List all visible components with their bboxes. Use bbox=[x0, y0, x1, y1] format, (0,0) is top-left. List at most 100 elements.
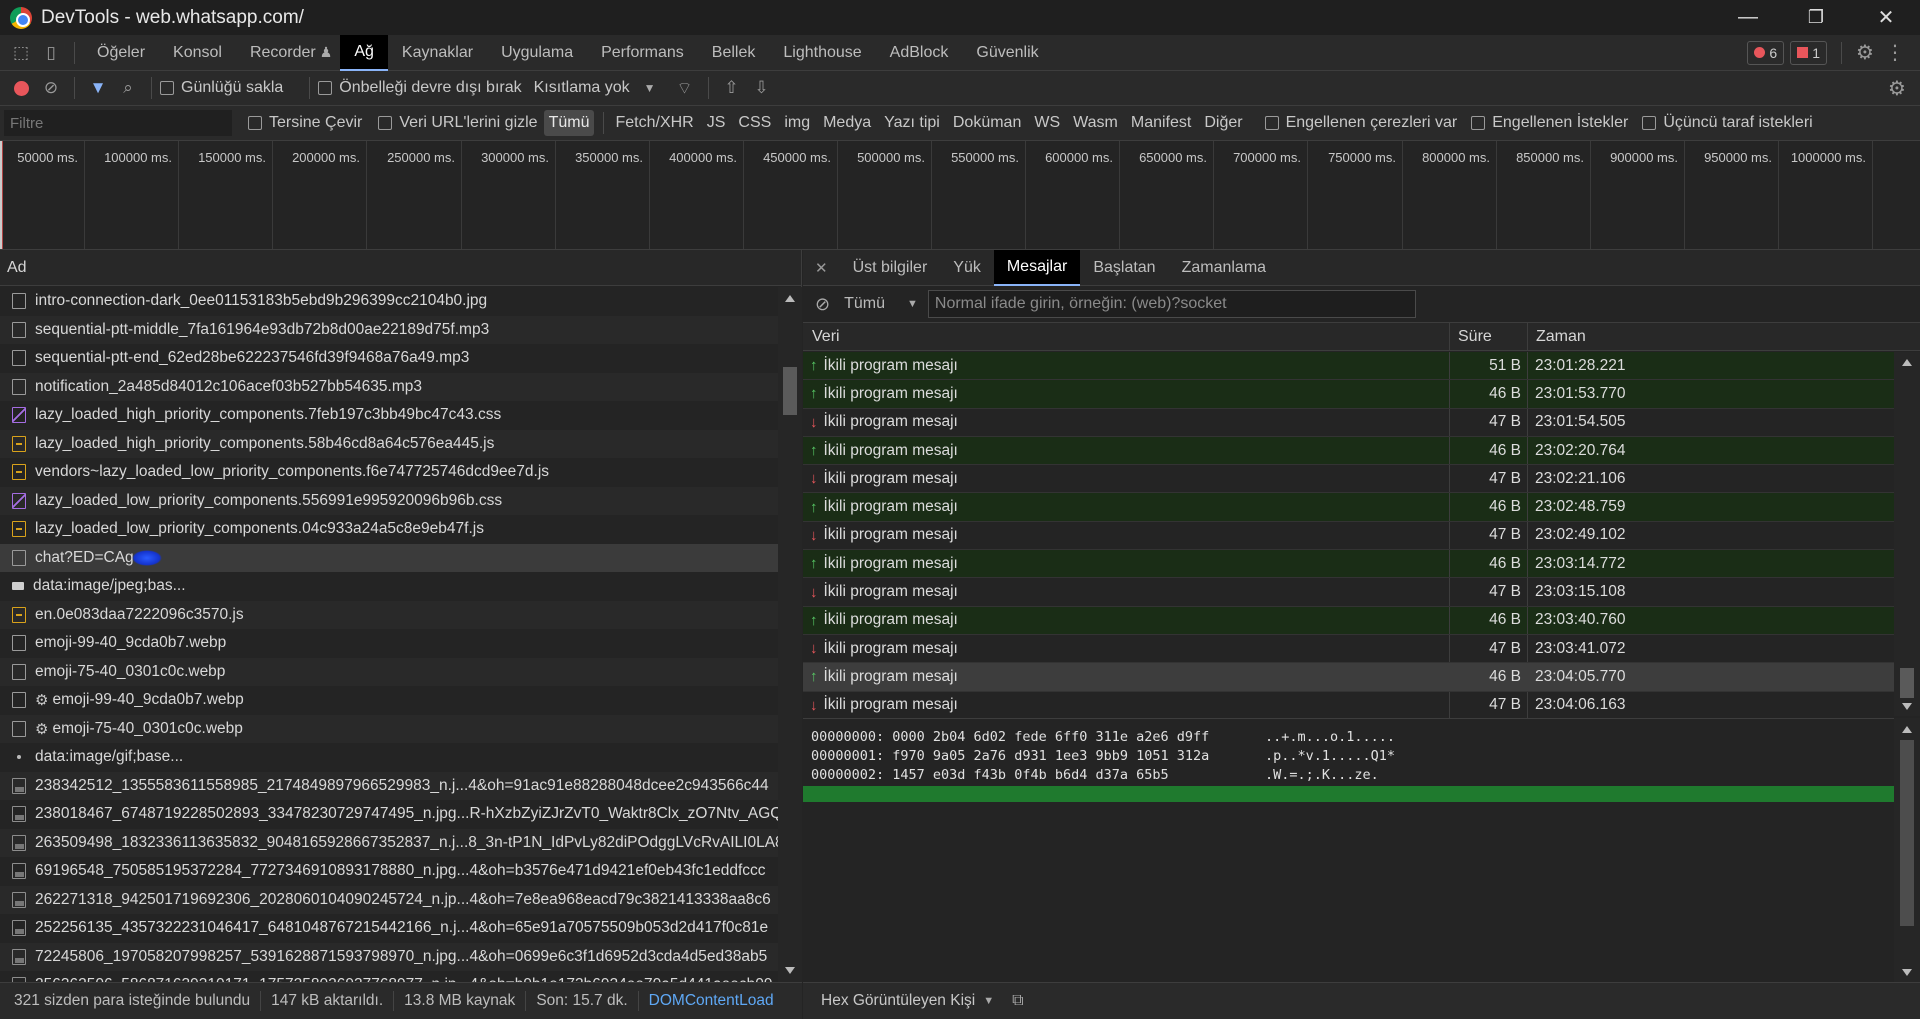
throttling-select[interactable]: Kısıtlama yok bbox=[534, 79, 630, 97]
main-tab[interactable]: Lighthouse bbox=[769, 35, 875, 71]
main-tab[interactable]: Bellek bbox=[698, 35, 770, 71]
column-data[interactable]: Veri bbox=[803, 323, 1450, 350]
messages-regex-input[interactable] bbox=[927, 290, 1416, 318]
message-row[interactable]: ↑ İkili program mesajı 46 B 23:01:53.770 bbox=[803, 380, 1894, 409]
request-row[interactable]: chat?ED=CAg bbox=[0, 543, 778, 572]
filter-type-button[interactable]: img bbox=[779, 110, 815, 136]
message-row[interactable]: ↓ İkili program mesajı 47 B 23:02:49.102 bbox=[803, 521, 1894, 551]
main-tab[interactable]: Uygulama bbox=[487, 35, 587, 71]
filter-type-button[interactable]: Diğer bbox=[1199, 110, 1247, 136]
message-row[interactable]: ↑ İkili program mesajı 46 B 23:02:20.764 bbox=[803, 436, 1894, 466]
request-row[interactable]: emoji-99-40_9cda0b7.webp bbox=[0, 629, 778, 658]
hex-scrollbar[interactable] bbox=[1894, 718, 1920, 982]
detail-tab[interactable]: Zamanlama bbox=[1169, 250, 1279, 286]
record-button[interactable] bbox=[6, 73, 36, 103]
clear-icon[interactable]: ⊘ bbox=[36, 73, 66, 103]
search-icon[interactable]: ⌕ bbox=[113, 73, 143, 103]
column-header-name[interactable]: Ad bbox=[0, 250, 801, 286]
filter-icon[interactable]: ▼ bbox=[83, 73, 113, 103]
detail-tab[interactable]: Yük bbox=[940, 250, 994, 286]
filter-type-button[interactable]: WS bbox=[1029, 110, 1065, 136]
request-row[interactable]: vendors~lazy_loaded_low_priority_compone… bbox=[0, 458, 778, 487]
filter-type-button[interactable]: Fetch/XHR bbox=[610, 110, 698, 136]
request-row[interactable]: notification_2a485d84012c106acef03b527bb… bbox=[0, 372, 778, 401]
request-row[interactable]: 252256135_4357322231046417_6481048767215… bbox=[0, 914, 778, 943]
main-tab[interactable]: AdBlock bbox=[876, 35, 963, 71]
errors-badge[interactable]: 6 bbox=[1747, 40, 1785, 65]
request-row[interactable]: data:image/gif;base... bbox=[0, 743, 778, 772]
scroll-down-icon[interactable] bbox=[1902, 969, 1912, 976]
scroll-up-icon[interactable] bbox=[785, 295, 795, 302]
main-tab[interactable]: Güvenlik bbox=[962, 35, 1052, 71]
filter-type-button[interactable]: CSS bbox=[733, 110, 776, 136]
filter-input[interactable] bbox=[4, 110, 232, 136]
detail-tab[interactable]: Mesajlar bbox=[993, 249, 1081, 286]
request-row[interactable]: 256362506_586871639310171_17572580269377… bbox=[0, 971, 778, 982]
filter-type-button[interactable]: Medya bbox=[818, 110, 876, 136]
scroll-up-icon[interactable] bbox=[1902, 359, 1912, 366]
request-row[interactable]: emoji-75-40_0301c0c.webp bbox=[0, 657, 778, 686]
scroll-up-icon[interactable] bbox=[1902, 726, 1912, 733]
request-row[interactable]: 69196548_750585195372284_772734691089317… bbox=[0, 857, 778, 886]
import-har-icon[interactable]: ⇧ bbox=[717, 73, 747, 103]
message-row[interactable]: ↓ İkili program mesajı 47 B 23:01:54.505 bbox=[803, 408, 1894, 437]
column-size[interactable]: Süre bbox=[1450, 323, 1528, 350]
minimize-button[interactable]: — bbox=[1720, 0, 1776, 35]
request-list-scrollbar[interactable] bbox=[778, 287, 802, 982]
request-row[interactable]: 263509498_1832336113635832_9048165928667… bbox=[0, 828, 778, 857]
device-toolbar-icon[interactable]: ▯ bbox=[36, 38, 66, 68]
message-row[interactable]: ↓ İkili program mesajı 47 B 23:03:15.108 bbox=[803, 578, 1894, 607]
request-row[interactable]: en.0e083daa7222096c3570.js bbox=[0, 600, 778, 629]
settings-gear-icon[interactable]: ⚙ bbox=[1850, 38, 1880, 68]
copy-icon[interactable]: ⧉ bbox=[1012, 992, 1023, 1010]
request-row[interactable]: intro-connection-dark_0ee01153183b5ebd9b… bbox=[0, 287, 778, 316]
scroll-thumb[interactable] bbox=[1900, 740, 1914, 926]
disable-cache-checkbox[interactable] bbox=[318, 81, 333, 95]
request-row[interactable]: data:image/jpeg;bas... bbox=[0, 572, 778, 601]
filter-type-button[interactable]: Doküman bbox=[948, 110, 1026, 136]
blocked-requests-checkbox[interactable] bbox=[1471, 116, 1486, 130]
third-party-checkbox[interactable] bbox=[1642, 116, 1657, 130]
main-tab[interactable]: Recorder bbox=[236, 35, 330, 71]
detail-tab[interactable]: Üst bilgiler bbox=[840, 250, 941, 286]
request-row[interactable]: 72245806_197058207998257_539162887159379… bbox=[0, 942, 778, 971]
message-row[interactable]: ↑ İkili program mesajı 46 B 23:04:05.770 bbox=[803, 663, 1894, 692]
close-detail-icon[interactable]: ✕ bbox=[803, 250, 840, 286]
network-conditions-icon[interactable]: ⌔ bbox=[670, 73, 700, 103]
scroll-thumb[interactable] bbox=[783, 367, 797, 415]
network-overview-timeline[interactable]: 50000 ms. 100000 ms. 150000 ms. 200000 ms. 2… bbox=[0, 141, 1920, 250]
detail-tab[interactable]: Başlatan bbox=[1080, 250, 1168, 286]
filter-type-button[interactable]: Tümü bbox=[543, 110, 595, 136]
hex-view-dropdown-icon[interactable]: ▼ bbox=[983, 995, 994, 1007]
main-tab[interactable]: Performans bbox=[587, 35, 698, 71]
request-row[interactable]: lazy_loaded_low_priority_components.04c9… bbox=[0, 515, 778, 544]
scroll-down-icon[interactable] bbox=[785, 967, 795, 974]
request-row[interactable]: sequential-ptt-middle_7fa161964e93db72b8… bbox=[0, 315, 778, 344]
main-tab[interactable]: Öğeler bbox=[83, 35, 159, 71]
request-row[interactable]: ⚙ emoji-75-40_0301c0c.webp bbox=[0, 714, 778, 743]
messages-scrollbar[interactable] bbox=[1894, 352, 1920, 716]
request-row[interactable]: lazy_loaded_high_priority_components.58b… bbox=[0, 429, 778, 458]
request-row[interactable]: 262271318_942501719692306_20280601040902… bbox=[0, 885, 778, 914]
message-row[interactable]: ↓ İkili program mesajı 47 B 23:04:06.163 bbox=[803, 691, 1894, 720]
request-row[interactable]: sequential-ptt-end_62ed28be622237546fd39… bbox=[0, 344, 778, 373]
message-row[interactable]: ↓ İkili program mesajı 47 B 23:02:21.106 bbox=[803, 465, 1894, 494]
network-settings-gear-icon[interactable]: ⚙ bbox=[1882, 73, 1912, 103]
throttling-dropdown-icon[interactable]: ▼ bbox=[644, 81, 656, 95]
request-row[interactable]: ⚙ emoji-99-40_9cda0b7.webp bbox=[0, 686, 778, 715]
request-row[interactable]: lazy_loaded_low_priority_components.5569… bbox=[0, 486, 778, 515]
scroll-down-icon[interactable] bbox=[1902, 703, 1912, 710]
message-row[interactable]: ↑ İkili program mesajı 51 B 23:01:28.221 bbox=[803, 352, 1894, 381]
blocked-cookies-checkbox[interactable] bbox=[1264, 116, 1279, 130]
filter-type-button[interactable]: Yazı tipi bbox=[879, 110, 945, 136]
request-row[interactable]: lazy_loaded_high_priority_components.7fe… bbox=[0, 401, 778, 430]
issues-badge[interactable]: 1 bbox=[1790, 40, 1827, 65]
main-tab[interactable]: Kaynaklar bbox=[388, 35, 487, 71]
hex-view-select[interactable]: Hex Görüntüleyen Kişi bbox=[821, 992, 975, 1010]
message-row[interactable]: ↑ İkili program mesajı 46 B 23:03:14.772 bbox=[803, 550, 1894, 579]
main-tab[interactable]: Ağ bbox=[340, 34, 388, 71]
preserve-log-checkbox[interactable] bbox=[160, 81, 174, 95]
scroll-thumb[interactable] bbox=[1900, 668, 1914, 698]
invert-checkbox[interactable] bbox=[248, 116, 262, 130]
filter-type-button[interactable]: Manifest bbox=[1126, 110, 1196, 136]
